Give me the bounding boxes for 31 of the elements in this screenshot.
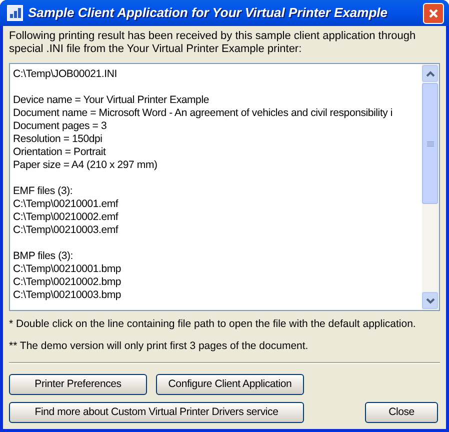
close-dialog-button[interactable]: Close <box>365 402 438 423</box>
result-text-box[interactable] <box>9 63 440 311</box>
result-line[interactable]: C:\Temp\00210001.emf <box>13 198 422 211</box>
dialog-button[interactable]: Configure Client Application <box>156 374 304 395</box>
scrollbar-thumb[interactable] <box>422 83 438 204</box>
dialog-button[interactable]: Printer Preferences <box>9 374 147 395</box>
close-button[interactable] <box>423 2 444 24</box>
result-line[interactable]: C:\Temp\JOB00021.INI <box>13 68 422 81</box>
result-line[interactable]: Resolution = 150dpi <box>13 133 422 146</box>
intro-text: Following printing result has been received by this sample client application through special .INI file from the Your Virtual Printer Example printer: <box>9 30 417 56</box>
result-line[interactable]: Document name = Microsoft Word - An agreement of vehicles and civil responsibility i <box>13 107 422 120</box>
note-text: ** The demo version will only print first 3 pages of the document. <box>9 340 310 353</box>
result-line[interactable]: C:\Temp\00210001.bmp <box>13 263 422 276</box>
result-line[interactable]: C:\Temp\00210003.bmp <box>13 289 422 302</box>
result-line[interactable]: Document pages = 3 <box>13 120 422 133</box>
close-icon <box>428 8 439 18</box>
app-icon <box>7 5 23 21</box>
vertical-scrollbar[interactable] <box>422 64 439 310</box>
result-line[interactable]: EMF files (3): <box>13 185 422 198</box>
result-line[interactable]: Device name = Your Virtual Printer Example <box>13 94 422 107</box>
window-title: Sample Client Application for Your Virtual Printer Example <box>28 4 388 22</box>
result-line[interactable]: C:\Temp\00210003.emf <box>13 224 422 237</box>
note-text: * Double click on the line containing file path to open the file with the default application. <box>9 318 417 331</box>
result-line[interactable]: C:\Temp\00210002.bmp <box>13 276 422 289</box>
result-line[interactable]: Paper size = A4 (210 x 297 mm) <box>13 159 422 172</box>
scroll-down-icon[interactable] <box>426 298 434 304</box>
scroll-up-icon[interactable] <box>426 70 434 76</box>
dialog-button[interactable]: Find more about Custom Virtual Printer Drivers service <box>9 402 304 423</box>
result-line[interactable]: C:\Temp\00210002.emf <box>13 211 422 224</box>
result-line[interactable]: BMP files (3): <box>13 250 422 263</box>
result-line[interactable]: Orientation = Portrait <box>13 146 422 159</box>
